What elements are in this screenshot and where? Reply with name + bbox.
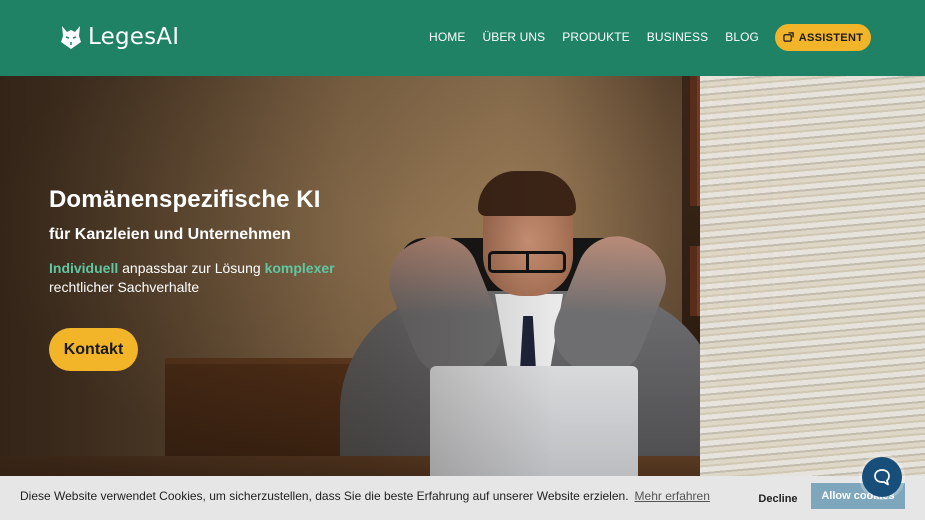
hero-description: Individuell anpassbar zur Lösung komplex… [49, 259, 349, 297]
decline-button[interactable]: Decline [752, 488, 804, 510]
nav-produkte[interactable]: PRODUKTE [562, 30, 629, 44]
assistant-icon [783, 32, 794, 42]
hero-image [0, 76, 925, 520]
cookie-text: Diese Website verwendet Cookies, um sich… [20, 489, 629, 503]
assistant-label: ASSISTENT [798, 31, 864, 44]
cookie-bar: Diese Website verwendet Cookies, um sich… [0, 476, 925, 520]
chat-launcher[interactable] [862, 457, 902, 497]
cookie-more-link[interactable]: Mehr erfahren [635, 489, 710, 503]
logo[interactable]: LegesAI [60, 24, 179, 50]
logo-text: LegesAI [88, 24, 180, 50]
chat-icon [874, 469, 890, 486]
cookie-message: Diese Website verwendet Cookies, um sich… [20, 489, 710, 503]
hero-shade [0, 76, 925, 520]
highlight-individuell: Individuell [49, 260, 119, 276]
desc-mid: anpassbar zur Lösung [118, 260, 265, 276]
nav-business[interactable]: BUSINESS [647, 30, 709, 44]
nav-ueber-uns[interactable]: ÜBER UNS [482, 30, 545, 44]
site-header: LegesAI HOME ÜBER UNS PRODUKTE BUSINESS … [0, 0, 925, 76]
nav-blog[interactable]: BLOG [725, 30, 759, 44]
lynx-logo-icon [61, 26, 81, 49]
main-nav: HOME ÜBER UNS PRODUKTE BUSINESS BLOG [429, 30, 759, 44]
hero-title: Domänenspezifische KI [49, 186, 321, 213]
assistant-button[interactable]: ASSISTENT [775, 24, 871, 51]
hero-subtitle: für Kanzleien und Unternehmen [49, 226, 291, 243]
nav-home[interactable]: HOME [429, 30, 465, 44]
highlight-komplexer: komplexer [264, 260, 335, 276]
contact-button[interactable]: Kontakt [49, 328, 138, 371]
desc-end: rechtlicher Sachverhalte [49, 279, 200, 295]
